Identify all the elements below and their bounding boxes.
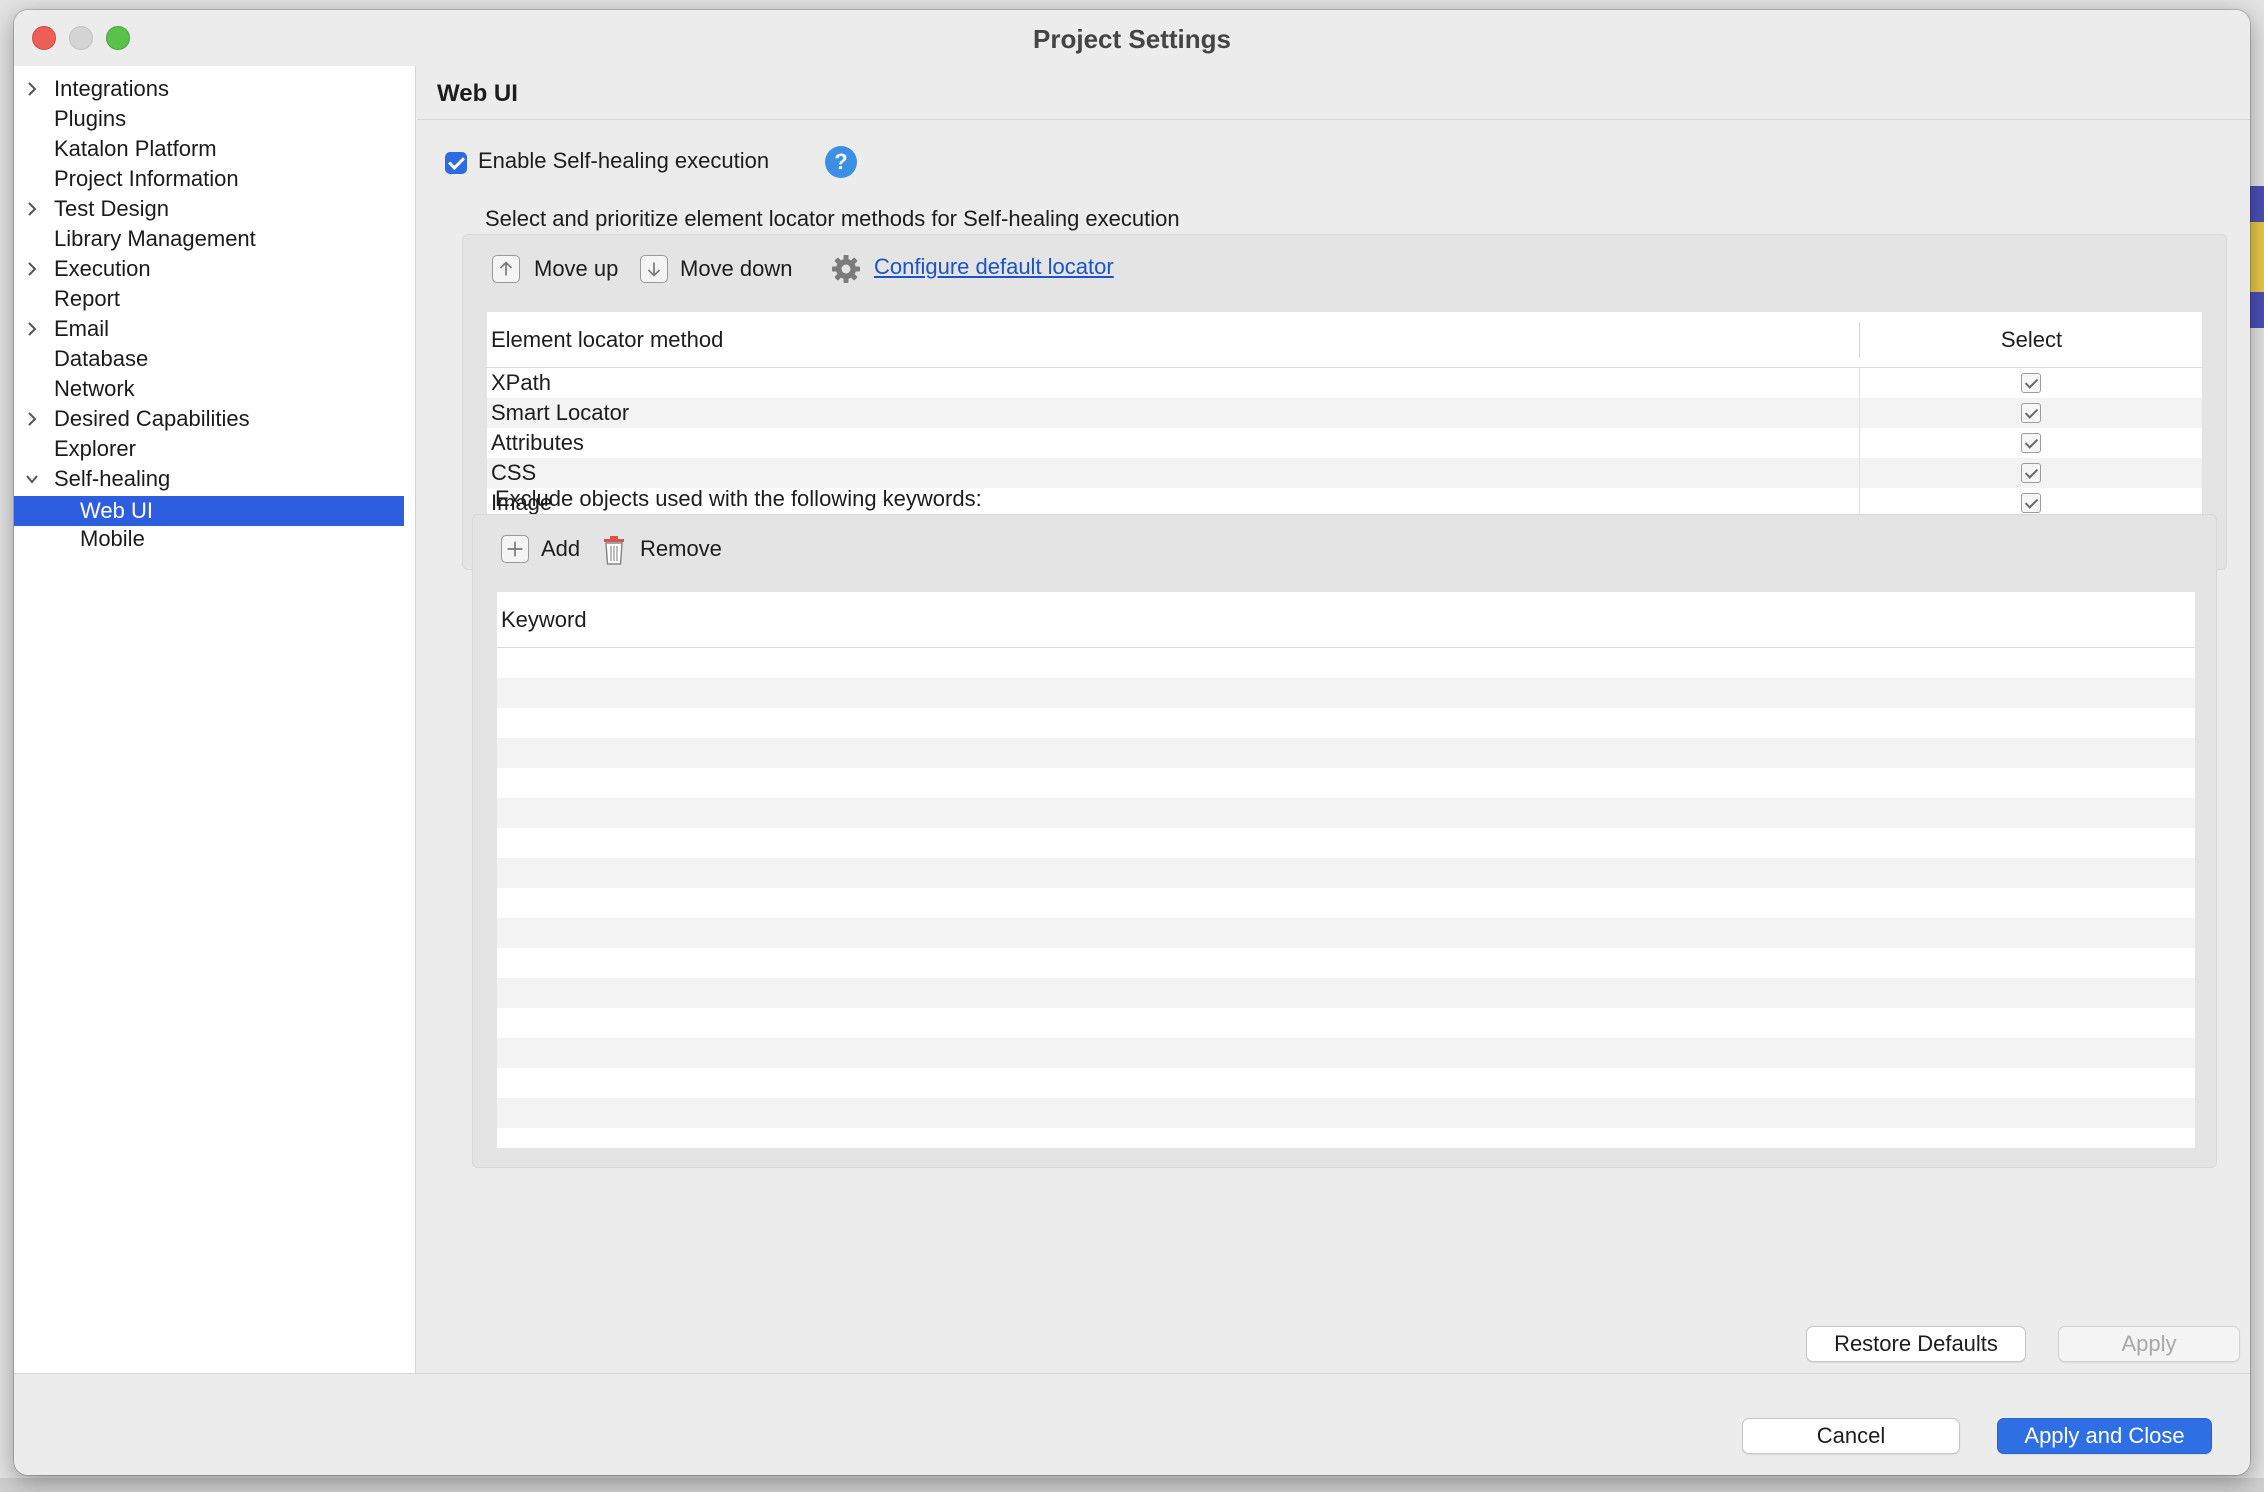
tree-item-desired-capabilities[interactable]: Desired Capabilities	[14, 404, 404, 434]
add-label: Add	[541, 536, 581, 561]
enable-self-healing-checkbox[interactable]	[445, 152, 467, 174]
settings-page: Web UI Enable Self-healing execution ? S…	[417, 66, 2250, 1373]
select-checkbox[interactable]	[2021, 433, 2041, 453]
tree-item-explorer[interactable]: Explorer	[14, 434, 404, 464]
tree-item-execution[interactable]: Execution	[14, 254, 404, 284]
tree-item-label: Database	[54, 346, 149, 371]
exclude-group: Add Remove Keyword	[472, 514, 2217, 1168]
tree-item-label: Email	[54, 316, 110, 341]
page-header: Web UI	[417, 66, 2250, 120]
configure-default-locator-link[interactable]: Configure default locator	[874, 252, 1114, 282]
tree-item-label: Project Information	[54, 166, 239, 191]
locator-section-caption: Select and prioritize element locator me…	[485, 206, 1180, 231]
keyword-table: Keyword	[497, 592, 2195, 1148]
table-row-empty	[497, 858, 2195, 888]
arrow-down-icon	[640, 255, 668, 283]
table-row[interactable]: CSS	[487, 458, 2203, 488]
page-title: Web UI	[437, 80, 518, 107]
chevron-right-icon[interactable]	[24, 254, 40, 284]
locator-method-cell: XPath	[491, 370, 551, 395]
background-stripe	[2250, 292, 2264, 328]
tree-item-label: Self-healing	[54, 466, 171, 491]
locator-method-cell: CSS	[491, 460, 537, 485]
background-statusbar	[0, 1478, 2264, 1492]
enable-self-healing-label: Enable Self-healing execution	[478, 148, 770, 173]
arrow-up-icon	[492, 255, 520, 283]
tree-item-test-design[interactable]: Test Design	[14, 194, 404, 224]
chevron-down-icon[interactable]	[24, 464, 40, 494]
tree-item-web-ui[interactable]: Web UI	[14, 496, 404, 526]
table-row-empty	[497, 798, 2195, 828]
tree-item-label: Execution	[54, 256, 151, 281]
chevron-right-icon[interactable]	[24, 314, 40, 344]
chevron-right-icon[interactable]	[24, 404, 40, 434]
select-checkbox[interactable]	[2021, 373, 2041, 393]
background-stripe	[2250, 222, 2264, 292]
tree-item-label: Test Design	[54, 196, 169, 221]
restore-defaults-button[interactable]: Restore Defaults	[1806, 1326, 2026, 1362]
apply-button[interactable]: Apply	[2058, 1326, 2240, 1362]
table-row-empty	[497, 978, 2195, 1008]
plus-icon	[501, 535, 529, 563]
table-row[interactable]: Smart Locator	[487, 398, 2203, 428]
table-row[interactable]: XPath	[487, 368, 2203, 398]
gear-icon	[832, 255, 860, 283]
tree-item-label: Mobile	[80, 526, 145, 551]
settings-tree: Integrations Plugins Katalon Platform Pr…	[14, 66, 416, 1373]
tree-item-label: Katalon Platform	[54, 136, 217, 161]
help-icon[interactable]: ?	[825, 146, 857, 178]
chevron-right-icon[interactable]	[24, 74, 40, 104]
tree-item-label: Network	[54, 376, 135, 401]
select-checkbox[interactable]	[2021, 403, 2041, 423]
apply-and-close-button[interactable]: Apply and Close	[1997, 1418, 2212, 1454]
tree-item-library-management[interactable]: Library Management	[14, 224, 404, 254]
tree-item-plugins[interactable]: Plugins	[14, 104, 404, 134]
remove-label: Remove	[640, 536, 722, 561]
tree-item-self-healing[interactable]: Self-healing	[14, 464, 404, 494]
locator-table: Element locator method Select XPath Smar…	[487, 312, 2203, 548]
window-title: Project Settings	[1033, 24, 1231, 54]
locator-method-cell: Smart Locator	[491, 400, 630, 425]
tree-item-email[interactable]: Email	[14, 314, 404, 344]
chevron-right-icon[interactable]	[24, 194, 40, 224]
tree-item-label: Web UI	[80, 498, 153, 523]
column-header-keyword[interactable]: Keyword	[501, 592, 587, 648]
tree-item-report[interactable]: Report	[14, 284, 404, 314]
tree-item-database[interactable]: Database	[14, 344, 404, 374]
column-header-select[interactable]: Select	[1860, 312, 2203, 368]
column-separator	[2202, 312, 2203, 548]
table-row-empty	[497, 738, 2195, 768]
table-row-empty	[497, 1098, 2195, 1128]
tree-item-label: Library Management	[54, 226, 256, 251]
tree-item-label: Desired Capabilities	[54, 406, 250, 431]
exclude-section-caption: Exclude objects used with the following …	[495, 486, 982, 511]
tree-item-network[interactable]: Network	[14, 374, 404, 404]
tree-item-katalon-platform[interactable]: Katalon Platform	[14, 134, 404, 164]
tree-item-integrations[interactable]: Integrations	[14, 74, 404, 104]
title-bar: Project Settings	[14, 10, 2250, 66]
tree-item-label: Integrations	[54, 76, 169, 101]
table-row[interactable]: Attributes	[487, 428, 2203, 458]
table-row-empty	[497, 918, 2195, 948]
move-down-label: Move down	[680, 256, 793, 281]
column-header-method[interactable]: Element locator method	[491, 312, 723, 368]
header-divider	[497, 647, 2195, 648]
tree-item-label: Plugins	[54, 106, 127, 131]
table-row-empty	[497, 678, 2195, 708]
tree-item-label: Report	[54, 286, 121, 311]
select-checkbox[interactable]	[2021, 463, 2041, 483]
table-row-empty	[497, 1038, 2195, 1068]
move-up-label: Move up	[534, 256, 619, 281]
background-stripe	[2250, 186, 2264, 222]
cancel-button[interactable]: Cancel	[1742, 1418, 1960, 1454]
tree-item-label: Explorer	[54, 436, 136, 461]
project-settings-dialog: Project Settings Integrations Plugins Ka…	[14, 10, 2250, 1475]
locator-method-cell: Attributes	[491, 430, 584, 455]
trash-icon	[604, 536, 624, 565]
tree-item-project-information[interactable]: Project Information	[14, 164, 404, 194]
dialog-footer: Cancel Apply and Close	[14, 1373, 2250, 1475]
tree-item-mobile[interactable]: Mobile	[14, 524, 404, 554]
select-checkbox[interactable]	[2021, 493, 2041, 513]
